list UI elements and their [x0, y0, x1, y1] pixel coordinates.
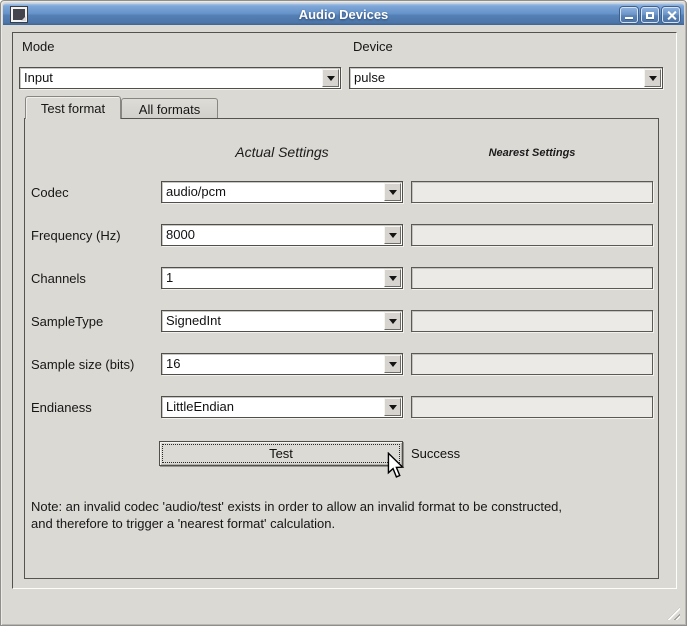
maximize-button[interactable] [641, 7, 659, 23]
chevron-down-icon[interactable] [322, 69, 339, 87]
chevron-down-icon[interactable] [384, 398, 401, 416]
sampletype-label: SampleType [31, 314, 103, 329]
down-triangle-icon [389, 319, 397, 324]
status-label: Success [411, 446, 460, 461]
chevron-down-icon[interactable] [384, 269, 401, 287]
audio-devices-window: Audio Devices Mode Input Device pulse Te… [0, 0, 687, 626]
channels-nearest-field [411, 267, 653, 289]
frequency-selected-value: 8000 [166, 225, 382, 245]
tab-all-formats[interactable]: All formats [121, 98, 218, 118]
chevron-down-icon[interactable] [384, 226, 401, 244]
endianess-select[interactable]: LittleEndian [161, 396, 403, 418]
chevron-down-icon[interactable] [644, 69, 661, 87]
channels-label: Channels [31, 271, 86, 286]
mode-select[interactable]: Input [19, 67, 341, 89]
window-title: Audio Devices [3, 4, 684, 26]
down-triangle-icon [327, 76, 335, 81]
samplesize-selected-value: 16 [166, 354, 382, 374]
endianess-selected-value: LittleEndian [166, 397, 382, 417]
down-triangle-icon [389, 405, 397, 410]
minimize-button[interactable] [620, 7, 638, 23]
frequency-nearest-field [411, 224, 653, 246]
mode-label: Mode [22, 39, 55, 54]
codec-select[interactable]: audio/pcm [161, 181, 403, 203]
titlebar[interactable]: Audio Devices [3, 3, 684, 25]
codec-selected-value: audio/pcm [166, 182, 382, 202]
nearest-settings-header: Nearest Settings [411, 147, 653, 159]
minimize-icon [625, 17, 633, 19]
down-triangle-icon [649, 76, 657, 81]
device-selected-value: pulse [354, 68, 642, 88]
test-button-label: Test [269, 446, 293, 461]
device-select[interactable]: pulse [349, 67, 663, 89]
down-triangle-icon [389, 276, 397, 281]
note-text-line2: and therefore to trigger a 'nearest form… [31, 515, 653, 532]
endianess-label: Endianess [31, 400, 92, 415]
actual-settings-header: Actual Settings [161, 144, 403, 160]
window-controls [620, 7, 680, 23]
maximize-icon [646, 12, 654, 19]
chevron-down-icon[interactable] [384, 355, 401, 373]
close-button[interactable] [662, 7, 680, 23]
down-triangle-icon [389, 190, 397, 195]
codec-nearest-field [411, 181, 653, 203]
tab-test-format[interactable]: Test format [25, 96, 121, 119]
device-label: Device [353, 39, 393, 54]
resize-grip[interactable] [667, 607, 680, 620]
codec-label: Codec [31, 185, 69, 200]
channels-select[interactable]: 1 [161, 267, 403, 289]
frequency-select[interactable]: 8000 [161, 224, 403, 246]
test-button[interactable]: Test [159, 441, 403, 466]
samplesize-label: Sample size (bits) [31, 357, 134, 372]
channels-selected-value: 1 [166, 268, 382, 288]
mode-selected-value: Input [24, 68, 320, 88]
frequency-label: Frequency (Hz) [31, 228, 121, 243]
samplesize-nearest-field [411, 353, 653, 375]
close-icon [667, 11, 676, 20]
chevron-down-icon[interactable] [384, 312, 401, 330]
down-triangle-icon [389, 233, 397, 238]
sampletype-select[interactable]: SignedInt [161, 310, 403, 332]
down-triangle-icon [389, 362, 397, 367]
chevron-down-icon[interactable] [384, 183, 401, 201]
samplesize-select[interactable]: 16 [161, 353, 403, 375]
note-text-line1: Note: an invalid codec 'audio/test' exis… [31, 498, 653, 515]
sampletype-selected-value: SignedInt [166, 311, 382, 331]
endianess-nearest-field [411, 396, 653, 418]
sampletype-nearest-field [411, 310, 653, 332]
